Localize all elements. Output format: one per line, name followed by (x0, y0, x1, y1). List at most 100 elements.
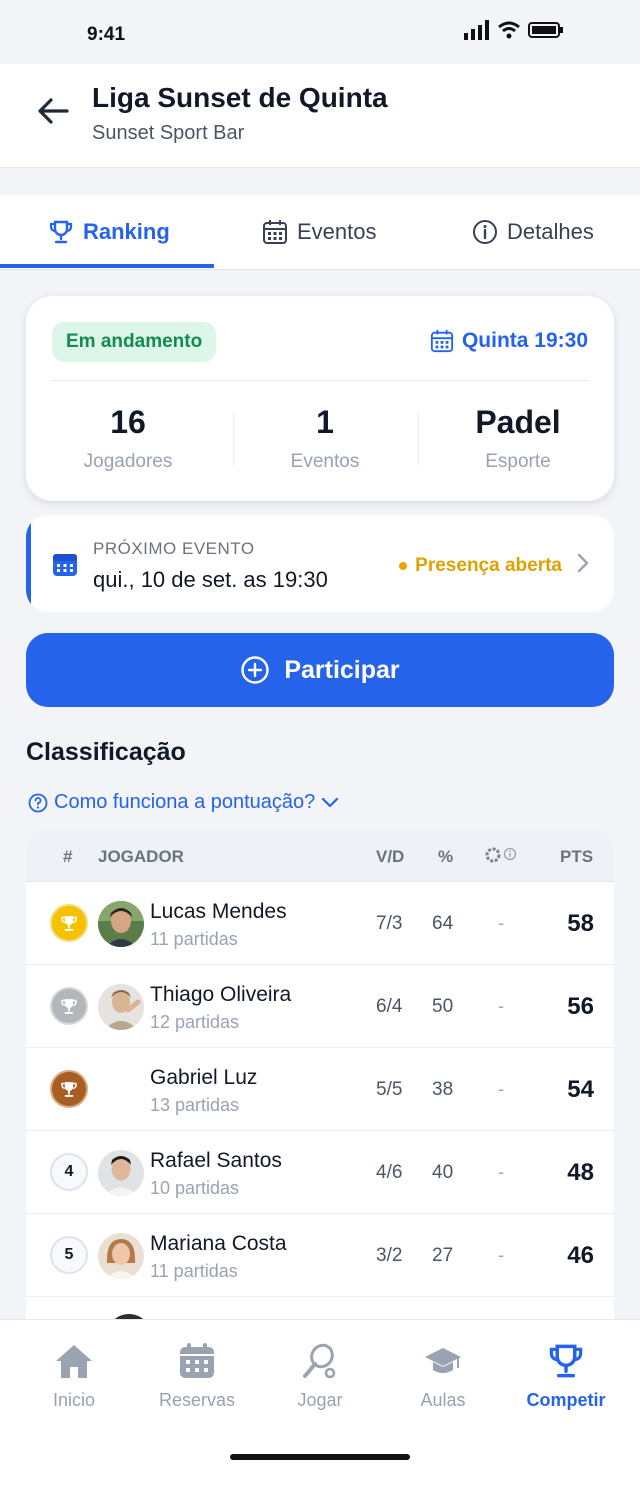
join-button-label: Participar (284, 655, 400, 684)
standings-table: # JOGADOR V/D % PTS Lucas Mendes 11 part… (26, 830, 614, 1319)
player-name: Thiago Oliveira (150, 983, 292, 1006)
player-matches: 13 partidas (150, 1095, 240, 1115)
nav-reservas-label: Reservas (158, 1390, 236, 1410)
table-row[interactable]: Gabriel Luz 13 partidas 5/5 38 - 54 (26, 1048, 614, 1131)
tab-detalhes-label: Detalhes (507, 219, 594, 244)
chevron-down-icon (322, 797, 339, 807)
accent-bar (26, 515, 31, 612)
silver-medal-icon (50, 987, 88, 1025)
nav-jogar-label: Jogar (297, 1390, 343, 1410)
stat-label: Esporte (485, 451, 551, 472)
status-badge: Em andamento (52, 322, 217, 362)
col-pct: % (438, 847, 454, 866)
win-percentage: 50 (432, 996, 454, 1017)
league-summary-card: Em andamento Quinta 19:30 16 Jogadores 1… (26, 296, 614, 501)
back-button[interactable] (36, 94, 70, 128)
stat-players: 16 Jogadores (66, 404, 190, 473)
card-divider (52, 380, 588, 381)
nav-aulas[interactable]: Aulas (379, 1342, 507, 1411)
status-bar: 9:41 (0, 0, 640, 64)
next-event-date: qui., 10 de set. as 19:30 (93, 567, 328, 592)
points: 54 (567, 1076, 594, 1103)
player-name: Lucas Mendes (150, 900, 287, 923)
tab-bar: Ranking Eventos Detalhes (0, 195, 640, 270)
racket-icon (303, 1343, 336, 1379)
nav-jogar[interactable]: Jogar (256, 1342, 384, 1411)
bronze-medal-icon (50, 1070, 88, 1108)
presence-text: Presença aberta (415, 555, 562, 576)
home-indicator (230, 1454, 410, 1460)
bonus-value: - (498, 1079, 504, 1099)
nav-inicio[interactable]: Inicio (10, 1342, 138, 1411)
schedule-text: Quinta 19:30 (461, 329, 588, 352)
stat-value: 1 (316, 404, 334, 440)
table-row[interactable]: Lucas Mendes 11 partidas 7/3 64 - 58 (26, 882, 614, 965)
table-row[interactable]: 5 Mariana Costa 11 partidas 3/2 27 - 46 (26, 1214, 614, 1297)
stat-label: Jogadores (83, 451, 173, 472)
stat-value: 16 (110, 404, 146, 440)
tab-eventos[interactable]: Eventos (262, 195, 377, 269)
stat-value: Padel (475, 404, 561, 440)
help-circle-icon (28, 793, 48, 812)
points: 56 (567, 993, 594, 1020)
points: 58 (567, 910, 594, 937)
player-name: Gabriel Luz (150, 1066, 258, 1089)
signal-icon (464, 20, 489, 40)
plus-circle-icon (241, 656, 270, 684)
stat-separator (418, 412, 419, 466)
scoring-help-link[interactable]: Como funciona a pontuação? (28, 791, 339, 814)
table-row[interactable]: Thiago Oliveira 12 partidas 6/4 50 - 56 (26, 965, 614, 1048)
avatar (98, 1150, 144, 1196)
bonus-value: - (498, 996, 504, 1016)
win-loss: 4/6 (376, 1162, 403, 1183)
home-icon (56, 1345, 92, 1378)
player-matches: 12 partidas (150, 1012, 240, 1032)
col-bonus (484, 846, 518, 869)
table-row[interactable]: 4 Rafael Santos 10 partidas 4/6 40 - 48 (26, 1131, 614, 1214)
stat-events: 1 Eventos (263, 404, 387, 473)
win-loss: 5/5 (376, 1079, 403, 1100)
status-time: 9:41 (87, 24, 126, 45)
nav-inicio-label: Inicio (52, 1390, 96, 1410)
player-name: Mariana Costa (150, 1232, 287, 1255)
tab-ranking[interactable]: Ranking (48, 195, 170, 269)
calendar-icon (430, 329, 454, 353)
avatar (98, 1233, 144, 1279)
tab-ranking-label: Ranking (83, 219, 170, 244)
gear-icon (485, 847, 517, 863)
nav-competir[interactable]: Competir (502, 1342, 630, 1411)
win-loss: 6/4 (376, 996, 403, 1017)
tab-eventos-label: Eventos (297, 219, 377, 244)
table-header: # JOGADOR V/D % PTS (26, 830, 614, 882)
rank-number: 5 (50, 1236, 88, 1274)
page-title: Liga Sunset de Quinta (92, 82, 388, 113)
battery-icon (528, 22, 563, 38)
table-row[interactable] (26, 1297, 614, 1319)
bonus-value: - (498, 1245, 504, 1265)
calendar-icon (263, 220, 287, 244)
bottom-nav: Inicio Reservas Jogar Aulas Competir (0, 1319, 640, 1486)
win-percentage: 38 (432, 1079, 454, 1100)
bonus-value: - (498, 1162, 504, 1182)
win-loss: 3/2 (376, 1245, 403, 1266)
player-matches: 11 partidas (150, 1261, 238, 1281)
points: 48 (567, 1159, 594, 1186)
status-dot (399, 562, 408, 570)
col-rank: # (63, 847, 73, 866)
tab-detalhes[interactable]: Detalhes (472, 195, 594, 269)
arrow-left-icon (38, 98, 69, 124)
win-percentage: 64 (432, 913, 454, 934)
bonus-value: - (498, 913, 504, 933)
status-icons (464, 20, 564, 40)
info-icon (473, 220, 497, 244)
points: 46 (567, 1242, 594, 1269)
next-event-card[interactable]: PRÓXIMO EVENTO qui., 10 de set. as 19:30… (26, 515, 614, 612)
join-button[interactable]: Participar (26, 633, 614, 707)
trophy-icon (549, 1344, 583, 1378)
win-loss: 7/3 (376, 913, 403, 934)
page-header: Liga Sunset de Quinta Sunset Sport Bar (0, 64, 640, 168)
player-matches: 11 partidas (150, 929, 238, 949)
avatar (98, 901, 144, 947)
calendar-icon (53, 554, 77, 576)
nav-reservas[interactable]: Reservas (133, 1342, 261, 1411)
